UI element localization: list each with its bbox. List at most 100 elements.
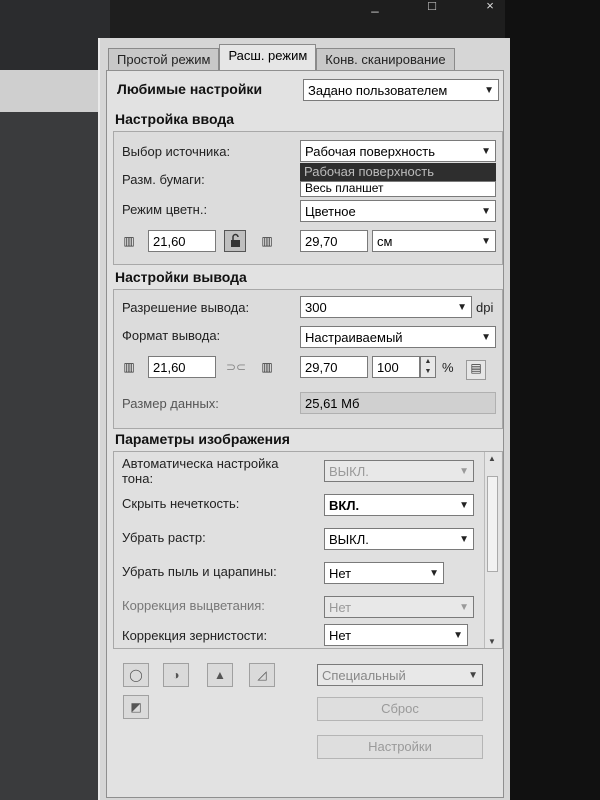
output-section-title: Настройки вывода — [115, 269, 247, 285]
color-balance-icon[interactable]: ◩ — [123, 695, 149, 719]
fade-correction-select[interactable]: Нет ▼ — [324, 596, 474, 618]
unit-select[interactable]: см ▼ — [372, 230, 496, 252]
chevron-down-icon[interactable]: ▼ — [421, 367, 435, 377]
output-height-field[interactable]: 29,70 — [300, 356, 368, 378]
favorites-label: Любимые настройки — [117, 81, 263, 97]
scanner-settings-panel: Простой режим Расш. режим Конв. сканиров… — [98, 38, 510, 800]
chevron-up-icon[interactable]: ▲ — [421, 357, 435, 367]
auto-tone-label: Автоматическа настройка тона: — [122, 456, 279, 486]
paper-size-label: Разм. бумаги: — [122, 172, 205, 187]
chevron-down-icon: ▼ — [459, 500, 469, 511]
histogram-icon[interactable]: ▲ — [207, 663, 233, 687]
data-size-value: 25,61 Мб — [300, 392, 496, 414]
auto-tone-value: ВЫКЛ. — [329, 464, 369, 479]
chevron-down-icon: ▼ — [429, 568, 439, 579]
input-section-title: Настройка ввода — [115, 111, 234, 127]
lock-aspect-button[interactable] — [224, 230, 246, 252]
input-height-field[interactable]: 29,70 — [300, 230, 368, 252]
link-icon: ⊃⊂ — [226, 360, 247, 374]
favorites-select[interactable]: Задано пользователем ▼ — [303, 79, 499, 101]
preview-area — [0, 0, 110, 800]
unsharp-select[interactable]: ВКЛ. ▼ — [324, 494, 474, 516]
preset-value: Специальный — [322, 668, 406, 683]
height-icon: ▥ — [261, 360, 273, 374]
close-button[interactable]: × — [470, 0, 510, 16]
source-label: Выбор источника: — [122, 144, 231, 159]
paper-size-value: Весь планшет — [305, 181, 384, 195]
tab-simple-mode[interactable]: Простой режим — [108, 48, 220, 71]
scroll-down-icon[interactable]: ▼ — [488, 637, 496, 646]
output-format-select[interactable]: Настраиваемый ▼ — [300, 326, 496, 348]
tab-batch-scan[interactable]: Конв. сканирование — [316, 48, 455, 71]
source-dropdown-list[interactable]: Рабочая поверхность — [300, 163, 496, 181]
settings-button[interactable]: Настройки — [317, 735, 483, 759]
preview-toolbar — [0, 70, 110, 112]
curve-icon[interactable]: ◿ — [249, 663, 275, 687]
source-value: Рабочая поверхность — [305, 144, 435, 159]
tab-advanced-mode[interactable]: Расш. режим — [219, 44, 317, 71]
height-icon: ▥ — [261, 234, 273, 248]
unit-value: см — [377, 234, 393, 249]
chevron-down-icon: ▼ — [468, 670, 478, 681]
paper-size-select[interactable]: Весь планшет — [300, 181, 496, 197]
grain-correction-label: Коррекция зернистости: — [122, 628, 268, 643]
input-width-field[interactable]: 21,60 — [148, 230, 216, 252]
scale-field[interactable]: 100 — [372, 356, 420, 378]
output-format-label: Формат вывода: — [122, 328, 221, 343]
grain-correction-value: Нет — [329, 628, 352, 643]
resolution-label: Разрешение вывода: — [122, 300, 250, 315]
preview-canvas — [0, 112, 110, 800]
input-settings-group: Выбор источника: Рабочая поверхность ▼ Ра… — [113, 131, 503, 265]
descreen-value: ВЫКЛ. — [329, 532, 369, 547]
dust-removal-select[interactable]: Нет ▼ — [324, 562, 444, 584]
maximize-button[interactable]: □ — [412, 0, 452, 16]
resolution-value: 300 — [305, 300, 327, 315]
chevron-down-icon: ▼ — [457, 302, 467, 313]
image-section-title: Параметры изображения — [115, 431, 290, 447]
unsharp-value: ВКЛ. — [329, 498, 360, 513]
fit-page-icon[interactable]: ▤ — [466, 360, 486, 380]
output-settings-group: Разрешение вывода: 300 ▼ dpi Формат вывод… — [113, 289, 503, 429]
color-mode-label: Режим цветн.: — [122, 202, 208, 217]
dust-removal-value: Нет — [329, 566, 352, 581]
minimize-button[interactable]: _ — [355, 0, 395, 16]
descreen-select[interactable]: ВЫКЛ. ▼ — [324, 528, 474, 550]
chevron-down-icon: ▼ — [481, 332, 491, 343]
fade-correction-label: Коррекция выцветания: — [122, 598, 265, 613]
grain-correction-select[interactable]: Нет ▼ — [324, 624, 468, 646]
scale-unit: % — [442, 360, 454, 375]
data-size-label: Размер данных: — [122, 396, 219, 411]
source-option[interactable]: Рабочая поверхность — [304, 164, 434, 179]
chevron-down-icon: ▼ — [481, 146, 491, 157]
image-params-scrollbar[interactable]: ▲ ▼ — [484, 452, 501, 648]
resolution-select[interactable]: 300 ▼ — [300, 296, 472, 318]
output-width-field[interactable]: 21,60 — [148, 356, 216, 378]
chevron-down-icon: ▼ — [481, 206, 491, 217]
brightness-contrast-icon[interactable]: ◑ — [163, 663, 189, 687]
advanced-mode-content: Любимые настройки Задано пользователем ▼ … — [106, 70, 504, 798]
chevron-down-icon: ▼ — [484, 85, 494, 96]
preset-select[interactable]: Специальный ▼ — [317, 664, 483, 686]
chevron-down-icon: ▼ — [453, 630, 463, 641]
tone-correction-icon[interactable]: ◯ — [123, 663, 149, 687]
favorites-value: Задано пользователем — [308, 83, 448, 98]
output-format-value: Настраиваемый — [305, 330, 403, 345]
scale-stepper[interactable]: ▲ ▼ — [420, 356, 436, 378]
chevron-down-icon: ▼ — [459, 602, 469, 613]
source-select[interactable]: Рабочая поверхность ▼ — [300, 140, 496, 162]
image-params-list: Автоматическа настройка тона: ВЫКЛ. ▼ Скр… — [113, 451, 503, 649]
resolution-unit: dpi — [476, 300, 494, 315]
color-mode-select[interactable]: Цветное ▼ — [300, 200, 496, 222]
descreen-label: Убрать растр: — [122, 530, 206, 545]
chevron-down-icon: ▼ — [459, 466, 469, 477]
reset-button[interactable]: Сброс — [317, 697, 483, 721]
scroll-up-icon[interactable]: ▲ — [488, 454, 496, 463]
dust-removal-label: Убрать пыль и царапины: — [122, 564, 277, 579]
fade-correction-value: Нет — [329, 600, 352, 615]
width-icon: ▥ — [123, 234, 135, 248]
mode-tabs: Простой режим Расш. режим Конв. сканиров… — [108, 44, 455, 71]
desktop-background — [505, 0, 600, 800]
auto-tone-select[interactable]: ВЫКЛ. ▼ — [324, 460, 474, 482]
scrollbar-thumb[interactable] — [487, 476, 498, 572]
unsharp-label: Скрыть нечеткость: — [122, 496, 240, 511]
